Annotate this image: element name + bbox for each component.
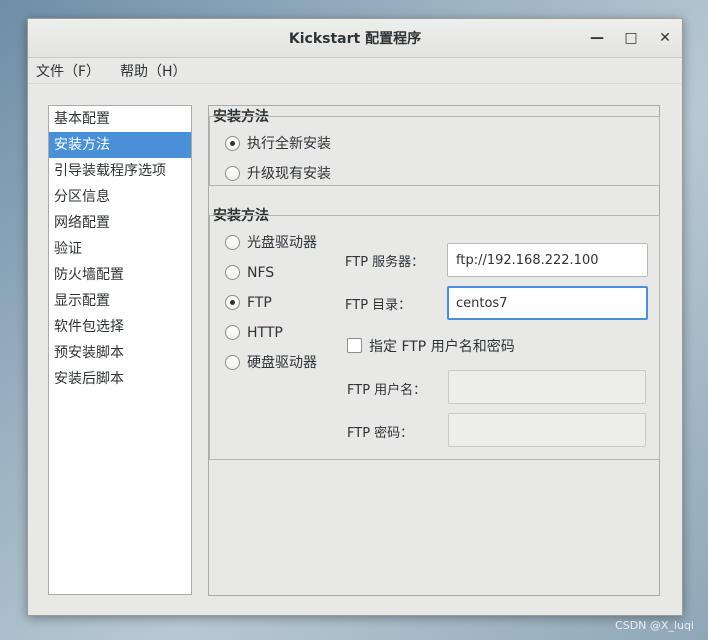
radio-button[interactable] bbox=[225, 136, 240, 151]
kickstart-window: Kickstart 配置程序 — □ ✕ 文件（F） 帮助（H） 基本配置 安装… bbox=[27, 18, 683, 616]
radio-label: 光盘驱动器 bbox=[247, 235, 317, 251]
window-title: Kickstart 配置程序 bbox=[288, 31, 422, 47]
sidebar-item-firewall[interactable]: 防火墙配置 bbox=[49, 262, 191, 288]
content-panel: 安装方法 执行全新安装 升级现有安装 安装方法 光盘驱动器 NFS FTP HT… bbox=[208, 105, 660, 596]
sidebar-item-auth[interactable]: 验证 bbox=[49, 236, 191, 262]
radio-label: 硬盘驱动器 bbox=[247, 355, 317, 371]
radio-button[interactable] bbox=[225, 166, 240, 181]
sidebar-item-network[interactable]: 网络配置 bbox=[49, 210, 191, 236]
ftp-server-input[interactable] bbox=[447, 243, 648, 277]
ftp-dir-input[interactable] bbox=[447, 286, 648, 320]
sidebar-item-pre-script[interactable]: 预安装脚本 bbox=[49, 340, 191, 366]
radio-label: 执行全新安装 bbox=[247, 136, 331, 152]
sidebar-nav: 基本配置 安装方法 引导装载程序选项 分区信息 网络配置 验证 防火墙配置 显示… bbox=[48, 105, 192, 595]
radio-button[interactable] bbox=[225, 355, 240, 370]
radio-button[interactable] bbox=[225, 265, 240, 280]
menu-bar: 文件（F） 帮助（H） bbox=[28, 57, 682, 84]
radio-label: 升级现有安装 bbox=[247, 166, 331, 182]
radio-button[interactable] bbox=[225, 295, 240, 310]
radio-button[interactable] bbox=[225, 235, 240, 250]
ftp-password-input[interactable] bbox=[448, 413, 646, 447]
menu-help[interactable]: 帮助（H） bbox=[120, 61, 187, 81]
close-button[interactable]: ✕ bbox=[654, 27, 676, 49]
ftp-password-label: FTP 密码： bbox=[347, 426, 414, 441]
ftp-auth-checkbox[interactable] bbox=[347, 338, 362, 353]
sidebar-item-post-script[interactable]: 安装后脚本 bbox=[49, 366, 191, 392]
menu-file[interactable]: 文件（F） bbox=[36, 61, 100, 81]
radio-label: HTTP bbox=[247, 325, 283, 341]
maximize-button[interactable]: □ bbox=[620, 27, 642, 49]
title-bar[interactable]: Kickstart 配置程序 — □ ✕ bbox=[28, 19, 682, 58]
ftp-dir-label: FTP 目录： bbox=[345, 298, 412, 313]
ftp-username-input[interactable] bbox=[448, 370, 646, 404]
sidebar-item-bootloader[interactable]: 引导装载程序选项 bbox=[49, 158, 191, 184]
radio-label: FTP bbox=[247, 295, 272, 311]
radio-label: NFS bbox=[247, 265, 275, 281]
sidebar-item-display[interactable]: 显示配置 bbox=[49, 288, 191, 314]
ftp-auth-label: 指定 FTP 用户名和密码 bbox=[369, 339, 515, 355]
ftp-server-label: FTP 服务器： bbox=[345, 255, 425, 270]
sidebar-item-basic-config[interactable]: 基本配置 bbox=[49, 106, 191, 132]
minimize-button[interactable]: — bbox=[586, 27, 608, 49]
sidebar-item-partition[interactable]: 分区信息 bbox=[49, 184, 191, 210]
sidebar-item-install-method[interactable]: 安装方法 bbox=[49, 132, 191, 158]
watermark: CSDN @X_luqi bbox=[615, 619, 694, 632]
radio-button[interactable] bbox=[225, 325, 240, 340]
ftp-username-label: FTP 用户名： bbox=[347, 383, 427, 398]
sidebar-item-packages[interactable]: 软件包选择 bbox=[49, 314, 191, 340]
